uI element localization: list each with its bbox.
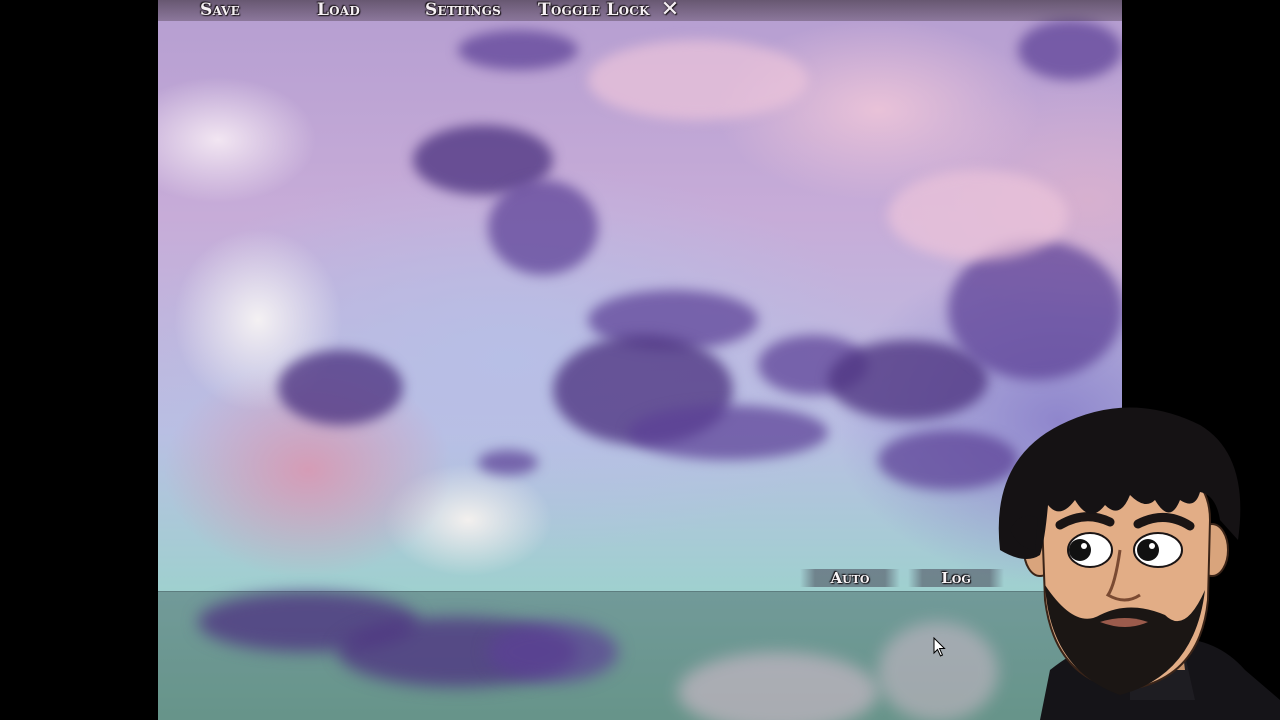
auto-button[interactable]: Auto (800, 569, 900, 587)
cloud-shape (588, 40, 808, 120)
cloud-shape (948, 240, 1122, 380)
load-button[interactable]: Load (317, 0, 360, 21)
settings-button[interactable]: Settings (425, 0, 501, 21)
cloud-shape (628, 405, 828, 460)
cloud-shape (488, 622, 618, 682)
cloud-shape (828, 340, 988, 420)
cloud-shape (678, 652, 878, 720)
mouse-pointer-icon (933, 637, 946, 657)
quick-menu-bar: Save Load Settings Toggle Lock ✕ (158, 0, 1122, 21)
game-scene-background (158, 0, 1122, 720)
dialogue-box[interactable] (158, 591, 1122, 720)
cloud-shape (478, 450, 538, 475)
screen: Save Load Settings Toggle Lock ✕ Auto Lo… (0, 0, 1280, 720)
cloud-shape (278, 350, 403, 425)
streamer-avatar (998, 407, 1280, 720)
close-icon[interactable]: ✕ (660, 0, 680, 21)
toggle-lock-button[interactable]: Toggle Lock (538, 0, 650, 21)
save-button[interactable]: Save (200, 0, 240, 21)
cloud-shape (888, 170, 1068, 260)
cloud-shape (458, 30, 578, 70)
cloud-shape (488, 180, 598, 275)
cloud-shape (1018, 20, 1122, 80)
